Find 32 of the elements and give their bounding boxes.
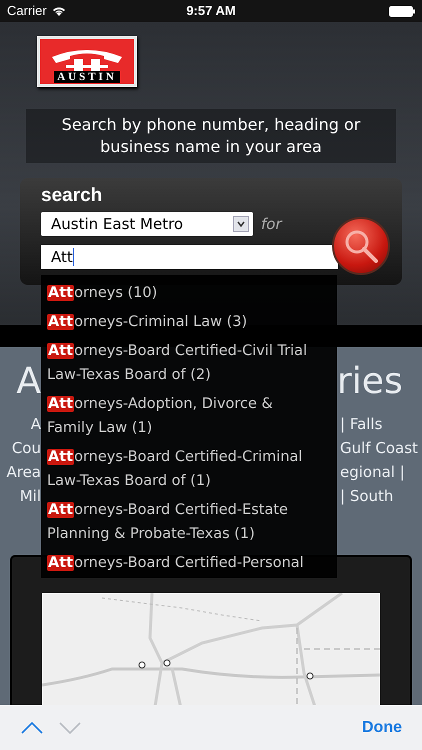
battery-icon [389,6,415,16]
directory-link[interactable]: | South [337,484,422,508]
done-button[interactable]: Done [362,716,402,740]
directory-select[interactable]: Austin East Metro [41,212,253,236]
clock: 9:57 AM [185,2,237,20]
carrier-label: Carrier [7,2,47,20]
directory-link[interactable]: Area [0,460,41,484]
suggestion-item[interactable]: Attorneys-Adoption, Divorce & Family Law (1) [47,389,317,442]
tagline: Search by phone number, heading or business name in your area [26,109,396,163]
directory-link[interactable]: Cou [0,436,41,460]
search-icon [343,228,379,264]
directory-link[interactable]: Gulf Coast [337,436,422,460]
directories-heading: A [15,360,41,404]
search-title: search [41,184,104,208]
directory-link[interactable]: egional | [337,460,422,484]
suggestion-item[interactable]: Attorneys-Board Certified-Estate Planning & Probate-Texas (1) [47,495,317,548]
suggestion-item[interactable]: Attorneys-Board Certified-Criminal Law-Texas Board of (1) [47,442,317,495]
logo-text: AUSTIN [54,71,120,83]
suggestion-item[interactable]: Attorneys-Board Certified-Civil Trial Law-Texas Board of (2) [47,336,317,389]
chevron-up-icon [21,722,43,734]
suggestion-item[interactable]: Attorneys-Criminal Law (3) [47,307,317,336]
directories-heading: ries [337,360,404,404]
directory-link[interactable]: A [0,412,41,436]
wifi-icon [52,6,66,16]
chevron-down-icon [59,722,81,734]
dropdown-caret-icon [233,216,249,232]
suggestion-item[interactable]: Attorneys-Board Certified-Personal [47,548,317,577]
search-field[interactable]: Att [41,245,338,269]
directory-link[interactable]: Mil [0,484,41,508]
for-label: for [261,214,282,235]
directory-link[interactable]: | Falls [337,412,422,436]
suggestion-item[interactable]: Attorneys (10) [47,278,317,307]
